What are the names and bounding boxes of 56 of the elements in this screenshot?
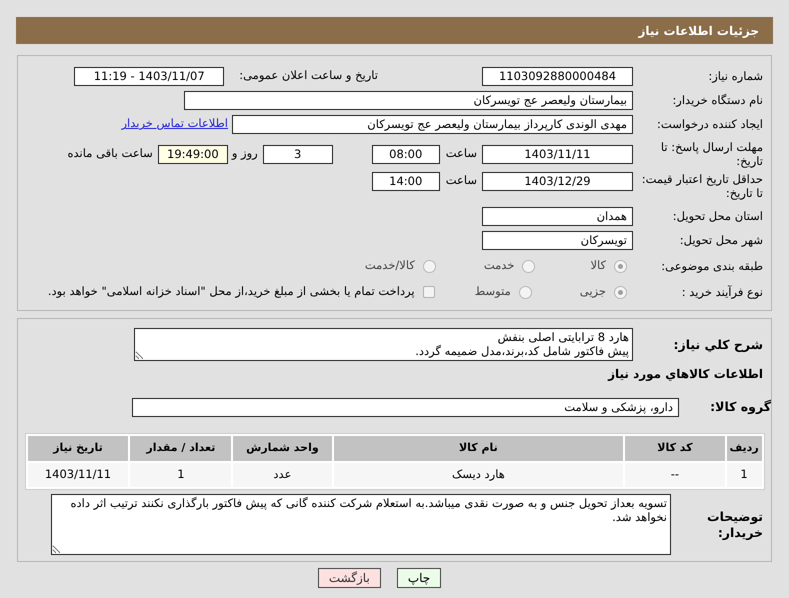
days-field[interactable]: 3 [262, 144, 333, 164]
field-label: حداقل تاریخ اعتبار قیمت: تا تاریخ: [640, 172, 764, 201]
goods-group-field[interactable]: دارو، پزشکی و سلامت [132, 398, 679, 416]
column-header: تاریخ نیاز [28, 436, 128, 461]
radio-option[interactable]: جزیی [580, 283, 627, 301]
radio-option[interactable]: متوسط [474, 283, 532, 301]
date-field[interactable]: 1403/11/11 [482, 144, 633, 164]
date-field[interactable]: 1403/12/29 [482, 172, 633, 191]
column-header: واحد شمارش [233, 436, 332, 461]
column-header: نام کالا [334, 436, 624, 461]
field-label: توضیحات خریدار: [706, 508, 764, 540]
province-field[interactable]: همدان [482, 206, 633, 226]
payment-note: پرداخت تمام یا بخشی از مبلغ خرید،از محل "اسناد خزانه اسلامی" خواهد بود. [48, 283, 415, 300]
days-label: روز و [232, 145, 258, 162]
radio-option[interactable]: خدمت [484, 257, 536, 275]
contact-link[interactable]: اطلاعات تماس خریدار [121, 115, 228, 133]
radio-option[interactable]: کالا [590, 257, 627, 275]
column-header: تعداد / مقدار [130, 436, 232, 461]
field-label: شهر محل تحویل: [678, 232, 764, 248]
time-label: ساعت [446, 145, 477, 162]
time-field[interactable]: 14:00 [372, 172, 440, 191]
remaining-time-field[interactable]: 19:49:00 [158, 144, 228, 164]
table-cell: 1403/11/11 [28, 463, 128, 487]
announce-date-field[interactable]: 1403/11/07 - 11:19 [74, 66, 224, 86]
description-field[interactable]: هارد 8 ترابایتی اصلی بنفش پیش فاکتور شامل کد،برند،مدل ضمیمه گردد. [134, 328, 633, 361]
time-label: ساعت [446, 172, 477, 189]
back-button[interactable]: بازگشت [318, 568, 381, 588]
field-label: شرح کلي نیاز: [672, 336, 764, 352]
need-number-field[interactable]: 1103092880000484 [482, 66, 633, 86]
checkbox[interactable] [422, 286, 435, 298]
column-header: ردیف [726, 436, 762, 461]
page-title: جزئیات اطلاعات نیاز [16, 17, 773, 44]
city-field[interactable]: تویسرکان [482, 230, 633, 250]
field-label: گروه کالا: [709, 399, 771, 415]
table-cell: 1 [130, 463, 232, 487]
table-cell: -- [625, 463, 725, 487]
time-field[interactable]: 08:00 [372, 144, 440, 164]
buyer-notes-field[interactable]: تسویه بعداز تحویل جنس و به صورت نقدی میباشد.به استعلام شرکت کننده گانی که پیش فاکتور بارگذاری نکنند ترتیب اثر داده نخواهد شد. [51, 494, 671, 555]
remaining-label: ساعت باقی مانده [68, 145, 153, 162]
radio-option[interactable]: کالا/خدمت [364, 257, 436, 275]
field-label: شماره نیاز: [707, 68, 764, 84]
field-label: طبقه بندی موضوعی: [660, 258, 764, 274]
buyer-org-field[interactable]: بیمارستان ولیعصر عج تویسرکان [184, 90, 633, 110]
column-header: کد کالا [625, 436, 725, 461]
table-cell: 1 [726, 463, 762, 487]
print-button[interactable]: چاپ [396, 568, 442, 588]
table-cell: عدد [233, 463, 332, 487]
field-label: ایجاد کننده درخواست: [656, 116, 764, 132]
section-heading: اطلاعات کالاهاي مورد نیاز [606, 366, 764, 383]
table-cell: هارد دیسک [334, 463, 624, 487]
field-label: نوع فرآیند خرید : [680, 284, 764, 300]
requester-field[interactable]: مهدی الوندی کارپرداز بیمارستان ولیعصر عج تویسرکان [232, 114, 633, 134]
field-label: استان محل تحویل: [672, 208, 764, 224]
field-label: نام دستگاه خریدار: [671, 92, 764, 108]
field-label: مهلت ارسال پاسخ: تا تاریخ: [660, 140, 764, 168]
field-label: تاریخ و ساعت اعلان عمومی: [239, 67, 378, 84]
